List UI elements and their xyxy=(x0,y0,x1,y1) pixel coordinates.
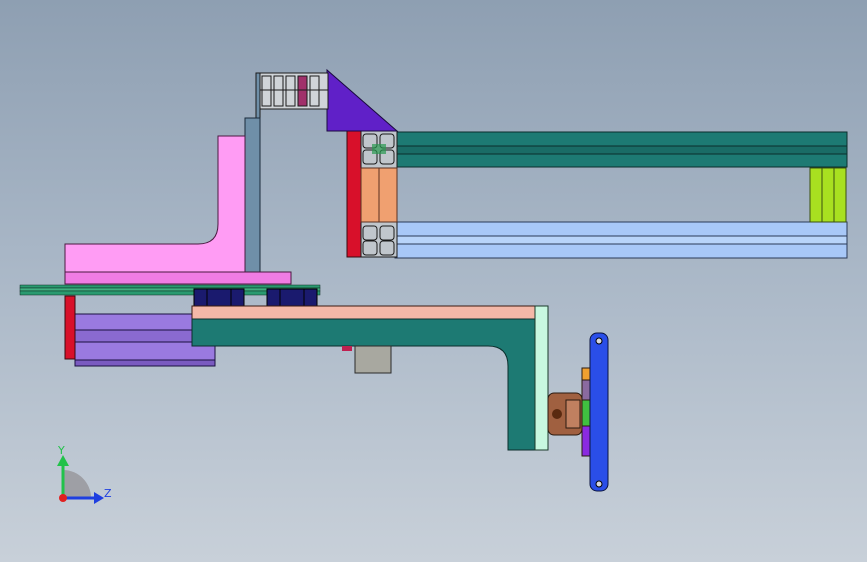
upper-horizontal-beam xyxy=(394,131,848,259)
upper-beam-mid-rail xyxy=(394,145,848,155)
pink-l-bracket xyxy=(64,135,246,273)
bolt-top xyxy=(595,337,603,345)
z-axis-label: Z xyxy=(104,487,112,500)
slider-block-1 xyxy=(193,288,245,307)
mint-end-plate xyxy=(534,305,549,451)
z-axis-arrow-icon xyxy=(94,492,104,504)
orange-plate-2 xyxy=(378,167,398,223)
orange-plate-1 xyxy=(360,167,380,223)
y-axis-label: Y xyxy=(57,444,65,457)
slider-block-2 xyxy=(266,288,318,307)
blue-gripper-plate xyxy=(589,332,609,492)
triad-arc xyxy=(63,470,91,498)
coordinate-triad: Y Z xyxy=(57,444,112,504)
rotary-actuator xyxy=(547,367,591,457)
vertical-post xyxy=(244,117,261,274)
pink-base-plate xyxy=(64,271,292,285)
salmon-top-plate xyxy=(191,305,536,320)
upper-beam-low-rail xyxy=(394,153,848,168)
lower-beam-mid-rail xyxy=(394,235,848,245)
lower-beam-low-rail xyxy=(394,243,848,259)
cad-assembly-view: Y Z xyxy=(19,68,848,504)
teal-l-arm xyxy=(191,318,536,451)
cable-chain xyxy=(255,72,329,119)
column-assembly xyxy=(346,130,398,258)
x-axis-dot-icon xyxy=(59,494,67,502)
triangular-gusset xyxy=(326,68,399,132)
end-stop-block xyxy=(809,167,847,223)
gray-block xyxy=(354,345,392,374)
red-end-plate xyxy=(346,130,362,258)
lower-beam-top-rail xyxy=(394,221,848,237)
upper-beam-top-rail xyxy=(394,131,848,147)
bolt-bottom xyxy=(595,480,603,488)
red-side-plate xyxy=(64,295,76,360)
